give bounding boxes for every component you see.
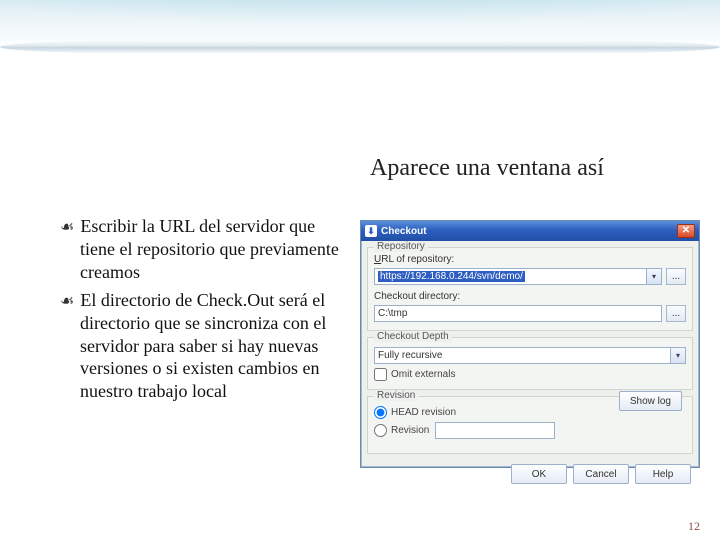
presentation-slide: Aparece una ventana así Escribir la URL … [0,0,720,540]
slide-title: Aparece una ventana así [370,155,700,182]
dialog-button-row: OK Cancel Help [361,458,699,490]
help-button[interactable]: Help [635,464,691,484]
url-browse-button[interactable]: ... [666,268,686,285]
chevron-down-icon[interactable]: ▾ [646,269,661,284]
specific-revision-radio[interactable]: Revision [374,422,686,439]
page-number: 12 [688,519,700,534]
rev-label: Revision [391,425,429,436]
close-button[interactable]: ✕ [677,224,695,238]
depth-select[interactable]: Fully recursive ▾ [374,347,686,364]
url-label: UURL of repository:RL of repository: [374,254,454,265]
head-radio[interactable] [374,406,387,419]
show-log-button[interactable]: Show log [619,391,682,411]
dialog-titlebar[interactable]: ⬇ Checkout ✕ [361,221,699,241]
checkout-icon: ⬇ [365,225,377,237]
group-revision: Revision HEAD revision Revision Show log [367,396,693,454]
bullet-item: Escribir la URL del servidor que tiene e… [60,215,350,283]
group-depth: Checkout Depth Fully recursive ▾ Omit ex… [367,337,693,390]
head-label: HEAD revision [391,407,456,418]
dir-input[interactable]: C:\tmp [374,305,662,322]
omit-externals-label: Omit externals [391,369,455,380]
bullet-item: El directorio de Check.Out será el direc… [60,289,350,402]
decorative-wave [0,0,720,60]
dir-value: C:\tmp [378,308,407,319]
omit-externals-box[interactable] [374,368,387,381]
rev-radio[interactable] [374,424,387,437]
group-label-repository: Repository [374,241,428,252]
dir-browse-button[interactable]: ... [666,305,686,322]
dialog-title: Checkout [381,226,427,237]
omit-externals-checkbox[interactable]: Omit externals [374,368,686,381]
ok-button[interactable]: OK [511,464,567,484]
bullet-list: Escribir la URL del servidor que tiene e… [60,215,350,408]
close-icon: ✕ [682,226,690,236]
rev-input[interactable] [435,422,555,439]
group-repository: Repository UURL of repository:RL of repo… [367,247,693,331]
depth-value: Fully recursive [378,350,442,361]
url-input[interactable]: https://192.168.0.244/svn/demo/ ▾ [374,268,662,285]
chevron-down-icon[interactable]: ▾ [670,348,685,363]
cancel-button[interactable]: Cancel [573,464,629,484]
url-value: https://192.168.0.244/svn/demo/ [378,271,525,282]
dir-label: Checkout directory: [374,291,686,302]
checkout-dialog: ⬇ Checkout ✕ Repository UURL of reposito… [360,220,700,468]
group-label-revision: Revision [374,390,418,401]
group-label-depth: Checkout Depth [374,331,452,342]
